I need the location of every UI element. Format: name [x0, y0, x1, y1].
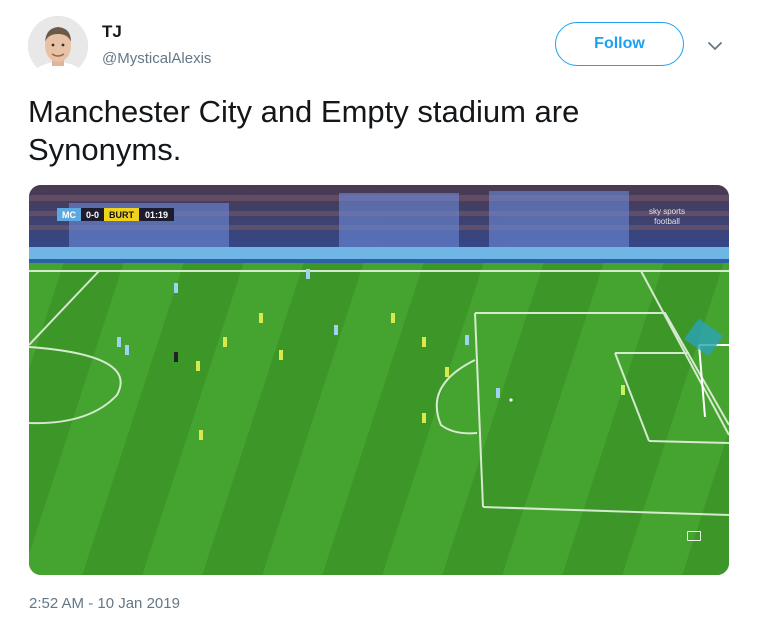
score-label: 0-0 [81, 208, 105, 221]
tweet-text: Manchester City and Empty stadium are Sy… [28, 94, 580, 167]
match-footage [29, 185, 729, 575]
match-clock: 01:19 [139, 208, 175, 221]
chevron-down-icon [708, 41, 722, 50]
avatar[interactable] [28, 16, 88, 76]
tweet-card: TJ @MysticalAlexis Follow Manchester Cit… [0, 0, 761, 626]
display-name[interactable]: TJ [102, 22, 122, 42]
broadcaster-logo: sky sports football [648, 207, 685, 226]
tweet-media-video[interactable]: MC 0-0 BURT 01:19 sky sports football [29, 185, 729, 575]
user-handle[interactable]: @MysticalAlexis [102, 50, 211, 67]
more-options-button[interactable] [705, 36, 725, 56]
tweet-timestamp[interactable]: 2:52 AM - 10 Jan 2019 [29, 595, 180, 612]
follow-button[interactable]: Follow [555, 22, 684, 66]
fullscreen-icon[interactable] [687, 531, 701, 541]
away-team-label: BURT [104, 208, 140, 221]
home-team-label: MC [57, 208, 81, 221]
scoreboard-overlay: MC 0-0 BURT 01:19 [57, 208, 175, 221]
profile-photo-icon [28, 16, 88, 76]
